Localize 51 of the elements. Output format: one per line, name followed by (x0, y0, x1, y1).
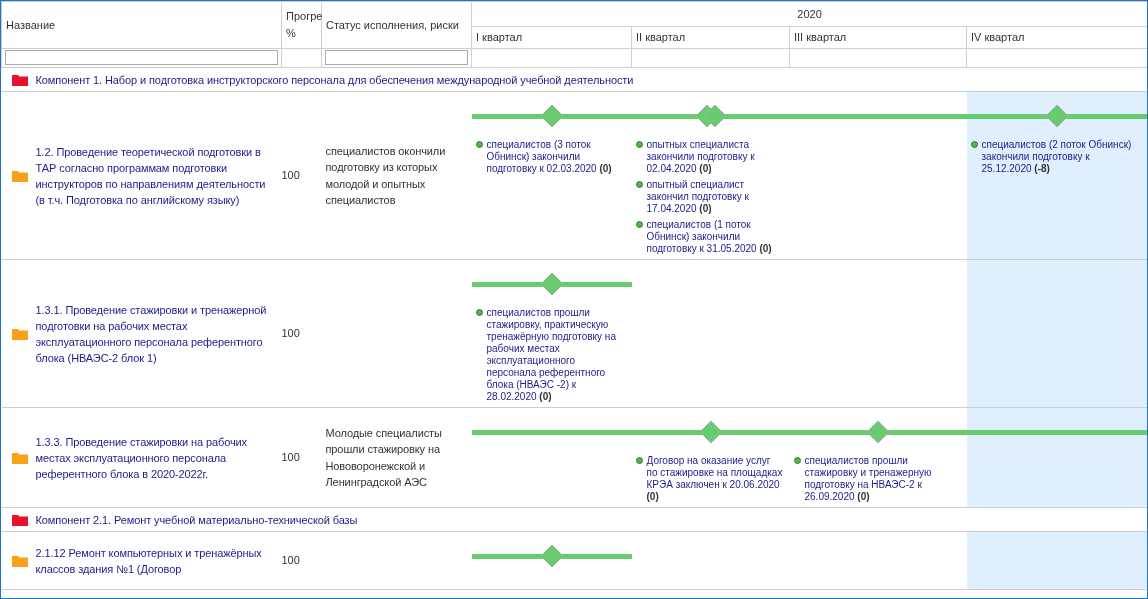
status-dot-icon (475, 141, 483, 148)
folder-icon (11, 513, 28, 526)
filter-field[interactable] (5, 50, 278, 66)
progress-value: 100 (281, 169, 300, 182)
quarter-header: II квартал (636, 31, 686, 43)
folder-icon (11, 554, 28, 567)
column-header: Статус исполнения, риски (326, 18, 459, 31)
progress-value: 100 (281, 451, 300, 464)
quarter-header: IV квартал (971, 31, 1025, 43)
diamond-icon (866, 420, 890, 444)
milestone-text[interactable]: специалистов (2 поток Обнинск) закончили подготовку к 25.12.2020 (-8) (981, 139, 1142, 175)
status-dot-icon (793, 457, 801, 464)
milestone-text[interactable]: опытных специалиста закончили подготовку к 02.04.2020 (0) (646, 139, 784, 175)
task-title[interactable]: 1.3.3. Проведение стажировки на рабочих местах эксплуатационного персонала референтного блока в 2020-2022г. (35, 433, 274, 482)
filter-field[interactable] (325, 50, 468, 66)
folder-icon (11, 169, 28, 182)
component-title[interactable]: Компонент 2.1. Ремонт учебной материально-технической базы (35, 511, 358, 528)
double-diamond-icon (694, 104, 727, 128)
folder-icon (11, 327, 28, 340)
diamond-icon (539, 272, 564, 296)
folder-icon (11, 451, 28, 464)
milestone-text[interactable]: специалистов (1 поток Обнинск) закончили подготовку к 31.05.2020 (0) (646, 219, 784, 255)
component-title[interactable]: Компонент 1. Набор и подготовка инструкторского персонала для обеспечения международной учебной деятельности (35, 71, 634, 88)
task-title[interactable]: 2.1.12 Ремонт компьютерных и тренажёрных классов здания №1 (Договор (35, 544, 274, 577)
milestone-text[interactable]: специалистов (3 поток Обнинск) закончили подготовку к 02.03.2020 (0) (486, 139, 626, 175)
column-header: Название (6, 18, 56, 31)
diamond-icon (539, 104, 564, 128)
quarter-header: III квартал (794, 31, 847, 43)
folder-icon (11, 73, 28, 86)
status-text: специалистов окончили подготовку из которых молодой и опытных специалистов (325, 144, 446, 206)
milestone-text[interactable]: опытный специалист закончил подготовку к 17.04.2020 (0) (646, 179, 784, 215)
year-header: 2020 (797, 7, 822, 20)
task-title[interactable]: 1.3.1. Проведение стажировки и тренажерной подготовки на рабочих местах эксплуатационного персонала референтного блока (НВАЭС-2 блок 1) (35, 301, 274, 366)
milestone-text[interactable]: Договор на оказание услуг по стажировке на площадках КРЭА заключен к 20.06.2020 (0) (646, 455, 784, 503)
status-dot-icon (635, 457, 643, 464)
milestone-text[interactable]: специалистов прошли стажировку, практическую тренажёрную подготовку на рабочих местах эксплуатационного персонала референтного блока (НВАЭС -2) к 28.02.2020 (0) (486, 307, 626, 403)
progress-value: 100 (281, 554, 300, 567)
column-header: Прогре % (286, 10, 323, 39)
status-text: Молодые специалисты прошли стажировку на Нововоронежской и Ленинградской АЭС (325, 426, 442, 488)
milestone-text[interactable]: специалистов прошли стажировку и тренажерную подготовку на НВАЭС-2 к 26.09.2020 (0) (804, 455, 961, 503)
status-dot-icon (635, 141, 643, 148)
task-title[interactable]: 1.2. Проведение теоретической подготовки в ТАР согласно программам подготовки инструкторов по направлениям деятельности (в т.ч. Подготовка по английскому языку) (35, 143, 274, 208)
status-dot-icon (970, 141, 978, 148)
status-dot-icon (635, 181, 643, 188)
diamond-icon (1045, 104, 1069, 128)
status-dot-icon (635, 221, 643, 228)
quarter-header: I квартал (476, 31, 523, 43)
status-dot-icon (475, 309, 483, 316)
progress-value: 100 (281, 327, 300, 340)
diamond-icon (539, 544, 564, 568)
diamond-icon (698, 420, 723, 444)
